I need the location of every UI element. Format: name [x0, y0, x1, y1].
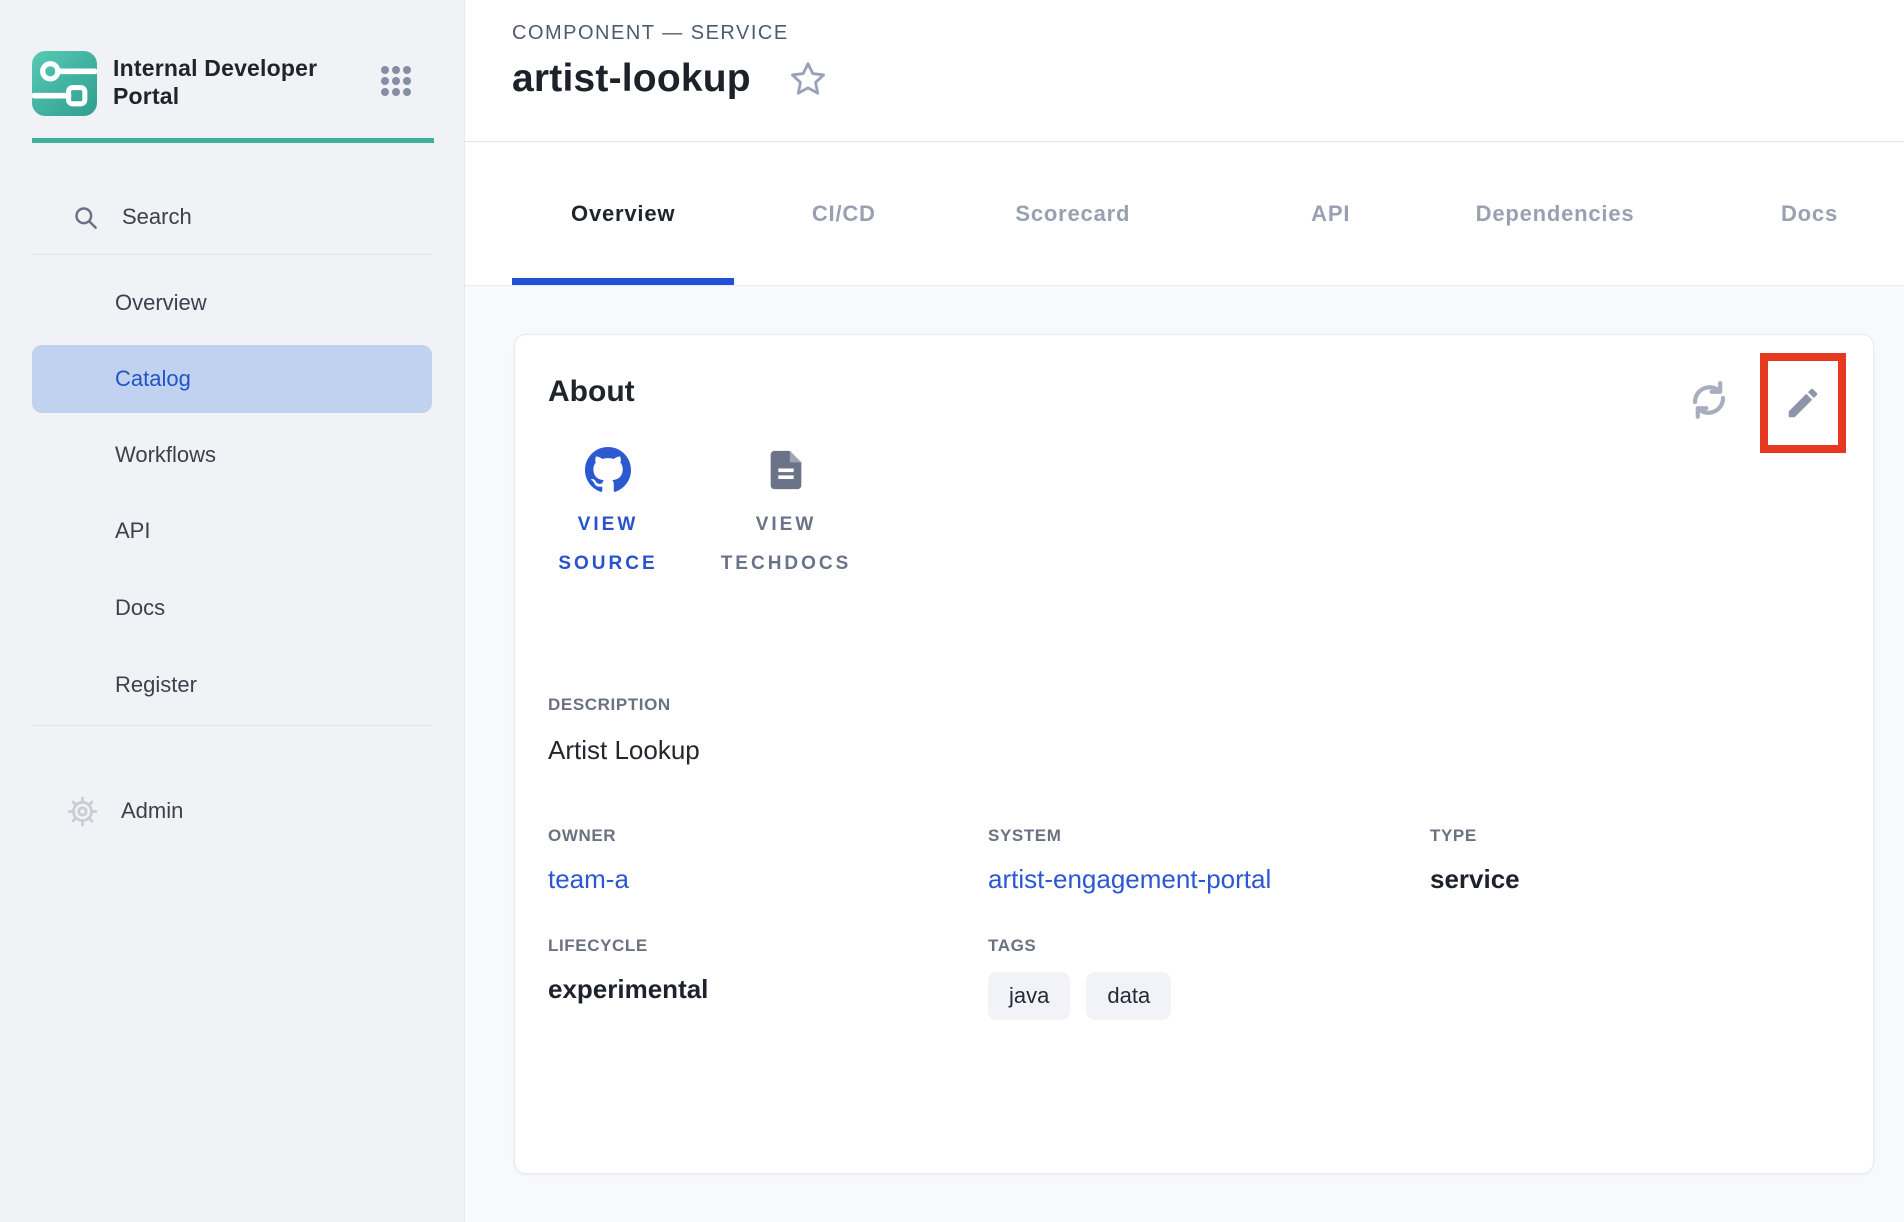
- entity-tabs: Overview CI/CD Scorecard API Dependencie…: [465, 142, 1904, 286]
- view-source-link[interactable]: VIEW SOURCE: [548, 447, 668, 583]
- sidebar-item-search[interactable]: Search: [0, 190, 464, 244]
- tab-scorecard[interactable]: Scorecard: [955, 142, 1190, 285]
- sidebar-item-workflows[interactable]: Workflows: [32, 421, 432, 489]
- sidebar-item-label: Admin: [121, 798, 183, 824]
- tab-dependencies[interactable]: Dependencies: [1411, 142, 1699, 285]
- sidebar-item-label: Catalog: [115, 366, 191, 392]
- tab-label: Docs: [1781, 201, 1838, 227]
- system-link[interactable]: artist-engagement-portal: [988, 862, 1430, 896]
- field-system: SYSTEM artist-engagement-portal: [988, 826, 1430, 896]
- link-label: VIEW: [558, 505, 657, 544]
- sidebar-item-docs[interactable]: Docs: [32, 574, 432, 642]
- brand-underline: [32, 138, 434, 143]
- field-label: TYPE: [1430, 826, 1835, 846]
- main-area: COMPONENT — SERVICE artist-lookup Overvi…: [465, 0, 1904, 1222]
- tag-chip[interactable]: java: [988, 972, 1070, 1020]
- edit-icon[interactable]: [1760, 353, 1846, 453]
- sidebar-item-label: Docs: [115, 595, 165, 621]
- brand[interactable]: Internal Developer Portal: [0, 0, 464, 116]
- field-owner: OWNER team-a: [548, 826, 988, 896]
- tab-api[interactable]: API: [1262, 142, 1399, 285]
- tab-label: CI/CD: [812, 201, 876, 227]
- field-lifecycle: LIFECYCLE experimental: [548, 936, 988, 1020]
- field-label: OWNER: [548, 826, 988, 846]
- card-title: About: [548, 373, 1835, 411]
- gear-icon: [66, 795, 99, 828]
- sidebar-item-label: Overview: [115, 290, 207, 316]
- link-label: TECHDOCS: [721, 544, 852, 583]
- sidebar-divider: [32, 725, 432, 726]
- tab-label: Dependencies: [1476, 201, 1635, 227]
- tab-label: Overview: [571, 201, 675, 227]
- about-links: VIEW SOURCE VIEW TECHDOC: [548, 447, 1835, 583]
- field-value: service: [1430, 862, 1835, 896]
- sidebar-nav: Search Overview Catalog Workflows API Do…: [0, 190, 464, 845]
- techdocs-icon: [763, 447, 809, 493]
- tab-overview[interactable]: Overview: [512, 142, 734, 285]
- sidebar-item-api[interactable]: API: [32, 497, 432, 565]
- tab-docs[interactable]: Docs: [1776, 142, 1904, 285]
- sidebar-item-label: Workflows: [115, 442, 216, 468]
- sidebar-item-register[interactable]: Register: [32, 651, 432, 719]
- favorite-star-icon[interactable]: [788, 59, 828, 99]
- field-label: SYSTEM: [988, 826, 1430, 846]
- field-label: TAGS: [988, 936, 1835, 956]
- sidebar-divider: [32, 254, 432, 255]
- app-window: Internal Developer Portal Search Overvie…: [0, 0, 1904, 1222]
- apps-grid-icon[interactable]: [381, 66, 411, 96]
- field-description: DESCRIPTION Artist Lookup: [548, 695, 1835, 767]
- tab-label: Scorecard: [1015, 201, 1130, 227]
- view-techdocs-link[interactable]: VIEW TECHDOCS: [710, 447, 862, 583]
- app-logo-icon: [32, 51, 97, 116]
- tab-cicd[interactable]: CI/CD: [756, 142, 931, 285]
- entity-header: COMPONENT — SERVICE artist-lookup: [465, 0, 1904, 142]
- field-label: LIFECYCLE: [548, 936, 988, 956]
- sidebar-item-admin[interactable]: Admin: [0, 777, 464, 845]
- page-title: artist-lookup: [512, 57, 751, 101]
- search-icon: [72, 204, 99, 231]
- about-card: About: [514, 334, 1874, 1174]
- field-value: Artist Lookup: [548, 733, 1835, 767]
- breadcrumb: COMPONENT — SERVICE: [512, 22, 1904, 45]
- field-type: TYPE service: [1430, 826, 1835, 896]
- sidebar: Internal Developer Portal Search Overvie…: [0, 0, 465, 1222]
- sidebar-item-catalog[interactable]: Catalog: [32, 345, 432, 413]
- github-icon: [585, 447, 631, 493]
- field-label: DESCRIPTION: [548, 695, 1835, 715]
- field-tags: TAGS java data: [988, 936, 1835, 1020]
- link-label: SOURCE: [558, 544, 657, 583]
- app-title: Internal Developer Portal: [113, 51, 351, 110]
- owner-link[interactable]: team-a: [548, 862, 988, 896]
- tag-chip[interactable]: data: [1086, 972, 1171, 1020]
- field-value: experimental: [548, 972, 988, 1006]
- tab-content: About: [465, 286, 1904, 1222]
- sidebar-item-label: Register: [115, 672, 197, 698]
- tab-label: API: [1311, 201, 1350, 227]
- link-label: VIEW: [721, 505, 852, 544]
- sidebar-item-overview[interactable]: Overview: [32, 269, 432, 337]
- sidebar-item-label: Search: [122, 204, 192, 230]
- sidebar-item-label: API: [115, 518, 150, 544]
- refresh-icon[interactable]: [1685, 376, 1733, 424]
